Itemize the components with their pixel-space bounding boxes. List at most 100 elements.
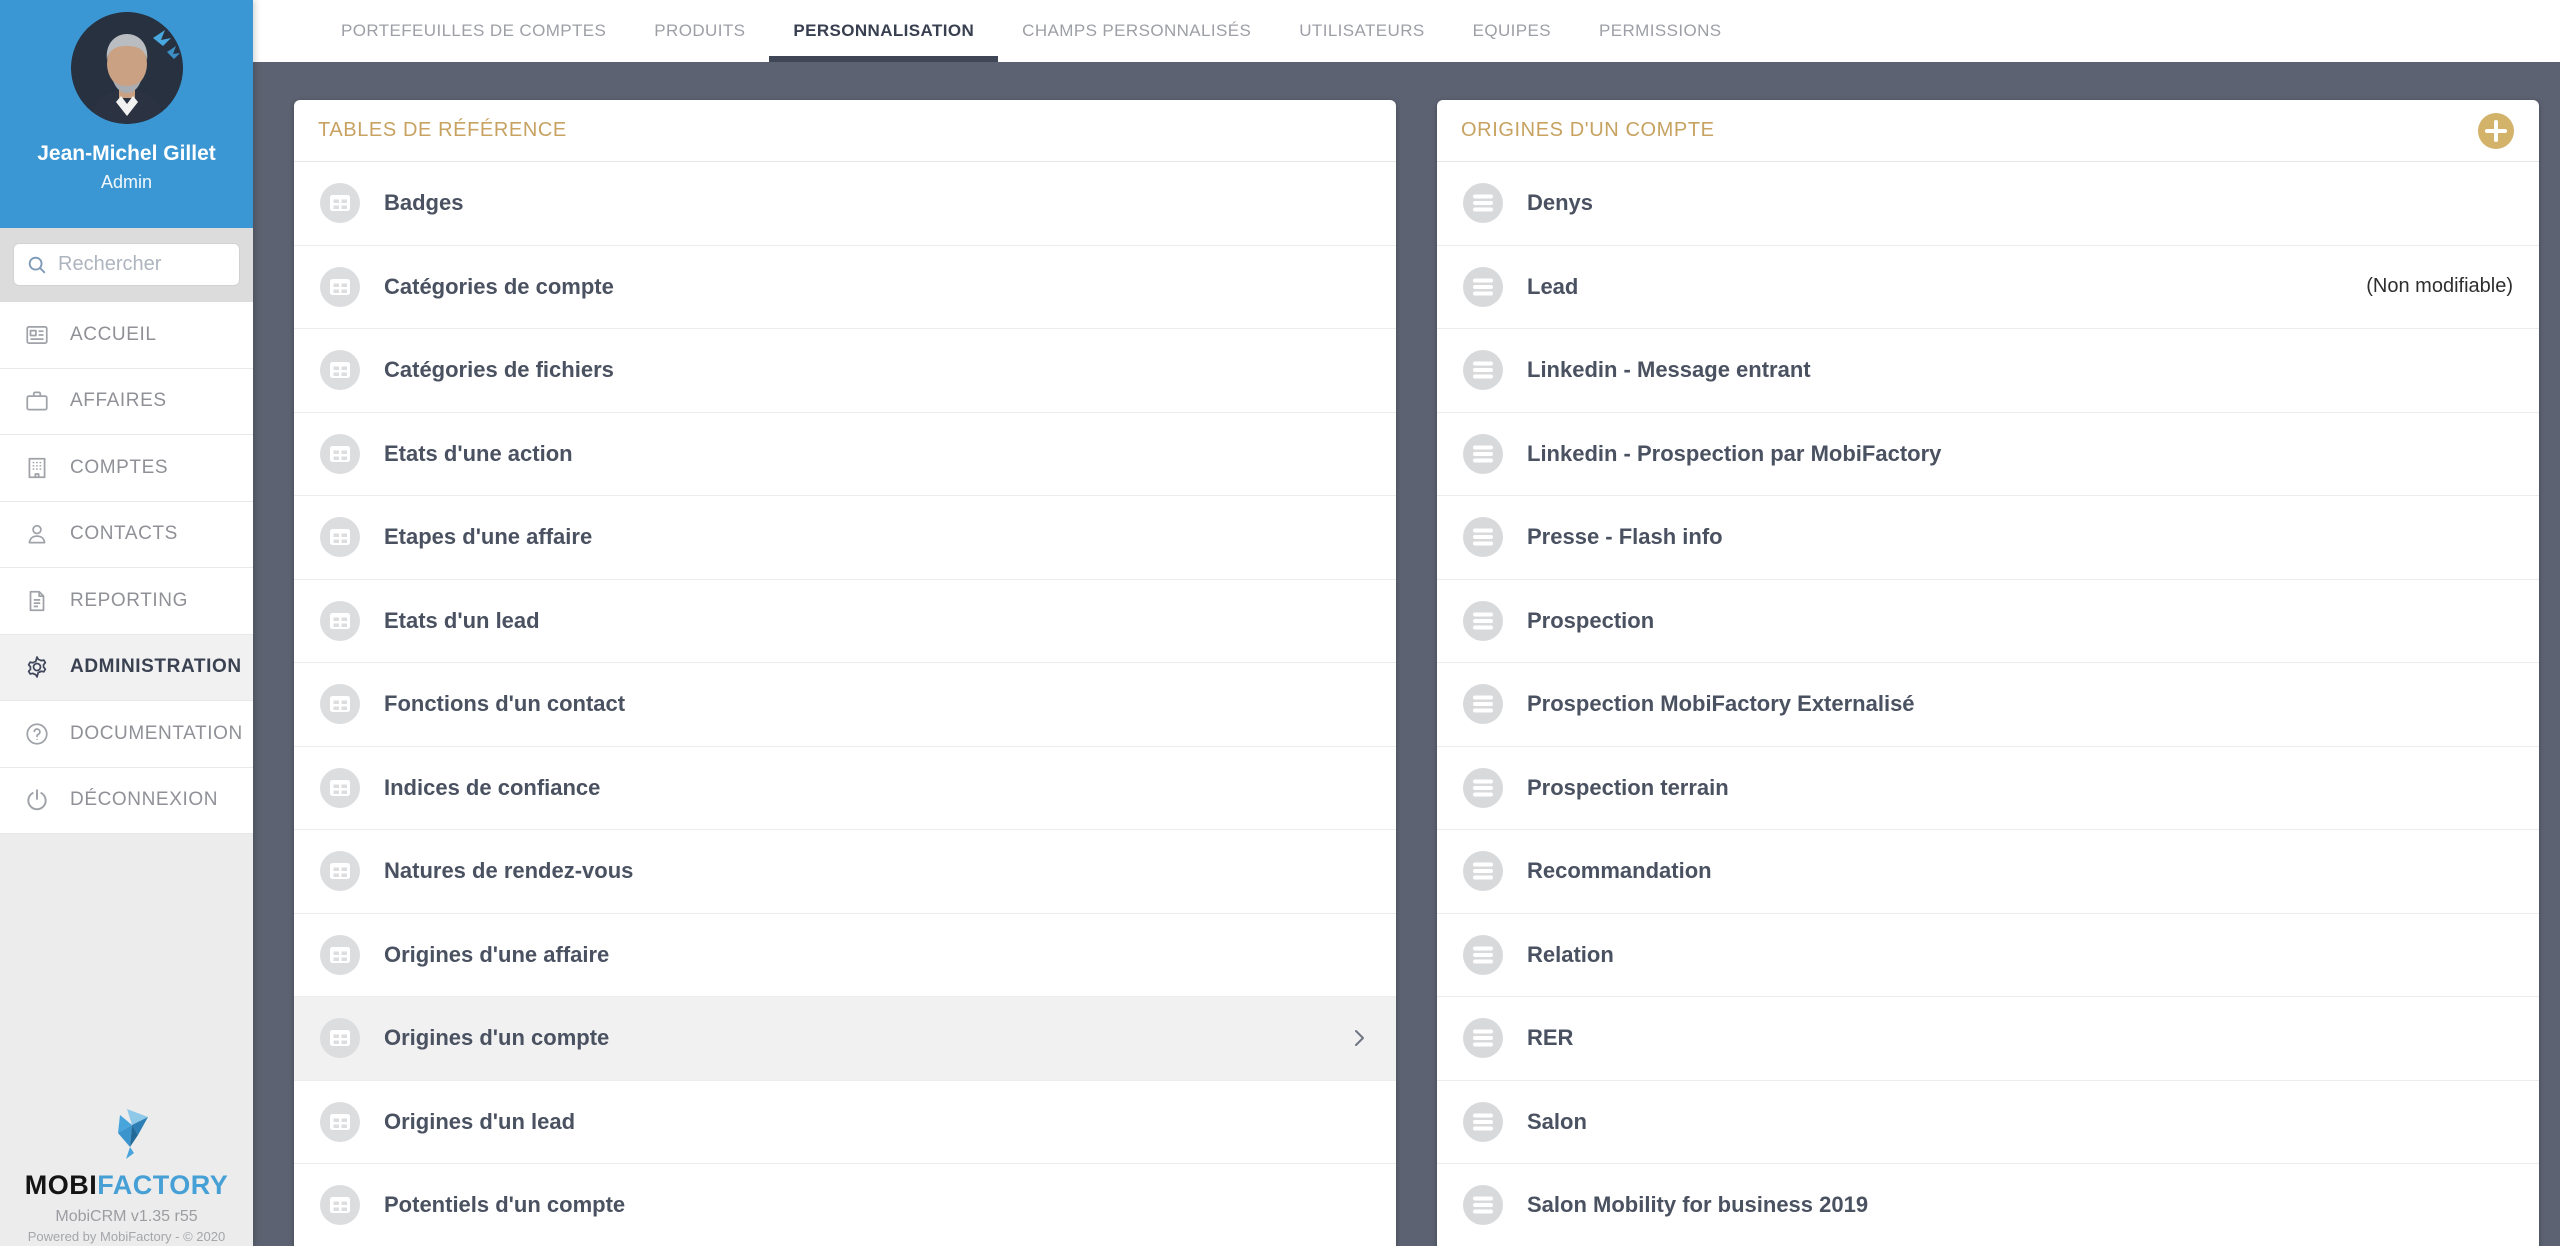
sidebar-item-label: AFFAIRES	[70, 390, 167, 412]
list-item[interactable]: Catégories de compte	[294, 246, 1396, 330]
list-item[interactable]: Presse - Flash info	[1437, 496, 2539, 580]
tab-utilisateurs[interactable]: UTILISATEURS	[1275, 0, 1448, 62]
add-origin-button[interactable]	[2477, 112, 2515, 150]
list-item[interactable]: RER	[1437, 997, 2539, 1081]
list-item-label: Relation	[1527, 942, 1614, 968]
sidebar-item-contacts[interactable]: CONTACTS	[0, 502, 253, 569]
list-item-label: Indices de confiance	[384, 775, 600, 801]
plus-icon	[2477, 112, 2515, 150]
list-item-label: RER	[1527, 1025, 1573, 1051]
sidebar-filler: MOBIFACTORY MobiCRM v1.35 r55 Powered by…	[0, 834, 253, 1246]
tab-portefeuilles-de-comptes[interactable]: PORTEFEUILLES DE COMPTES	[317, 0, 630, 62]
list-item[interactable]: Salon	[1437, 1081, 2539, 1165]
sidebar-item-label: DOCUMENTATION	[70, 723, 243, 745]
list-item[interactable]: Origines d'une affaire	[294, 914, 1396, 998]
sidebar-item-label: REPORTING	[70, 590, 188, 612]
list-item[interactable]: Salon Mobility for business 2019	[1437, 1164, 2539, 1246]
reference-tables-header: TABLES DE RÉFÉRENCE	[294, 100, 1396, 162]
sidebar-item-documentation[interactable]: DOCUMENTATION	[0, 701, 253, 768]
list-item-label: Linkedin - Prospection par MobiFactory	[1527, 441, 1941, 467]
list-item-label: Etats d'une action	[384, 441, 573, 467]
chevron-right-icon	[1348, 1027, 1370, 1049]
table-icon	[320, 183, 360, 223]
list-item[interactable]: Origines d'un lead	[294, 1081, 1396, 1165]
list-item-label: Potentiels d'un compte	[384, 1192, 625, 1218]
list-item[interactable]: Prospection MobiFactory Externalisé	[1437, 663, 2539, 747]
power-icon	[22, 785, 52, 815]
sidebar-item-affaires[interactable]: AFFAIRES	[0, 369, 253, 436]
list-item[interactable]: Relation	[1437, 914, 2539, 998]
menu-list-icon	[1463, 350, 1503, 390]
account-origins-panel: ORIGINES D'UN COMPTE Denys Lead (Non mod…	[1437, 100, 2539, 1246]
menu-list-icon	[1463, 601, 1503, 641]
list-item[interactable]: Potentiels d'un compte	[294, 1164, 1396, 1246]
help-icon	[22, 719, 52, 749]
menu-list-icon	[1463, 684, 1503, 724]
search-box[interactable]	[13, 243, 240, 286]
tab-permissions[interactable]: PERMISSIONS	[1575, 0, 1745, 62]
table-icon	[320, 434, 360, 474]
table-icon	[320, 601, 360, 641]
menu-list-icon	[1463, 851, 1503, 891]
list-item-label: Origines d'une affaire	[384, 942, 609, 968]
sidebar-item-administration[interactable]: ADMINISTRATION	[0, 635, 253, 702]
list-item[interactable]: Catégories de fichiers	[294, 329, 1396, 413]
sidebar-item-label: CONTACTS	[70, 523, 178, 545]
menu-list-icon	[1463, 183, 1503, 223]
table-icon	[320, 1185, 360, 1225]
panel-title: TABLES DE RÉFÉRENCE	[318, 119, 567, 142]
list-item-label: Presse - Flash info	[1527, 524, 1723, 550]
list-item-label: Linkedin - Message entrant	[1527, 357, 1811, 383]
tab-produits[interactable]: PRODUITS	[630, 0, 769, 62]
list-item[interactable]: Fonctions d'un contact	[294, 663, 1396, 747]
tab-champs-personnalises[interactable]: CHAMPS PERSONNALISÉS	[998, 0, 1275, 62]
sidebar-item-deconnexion[interactable]: DÉCONNEXION	[0, 768, 253, 835]
panel-title: ORIGINES D'UN COMPTE	[1461, 119, 1715, 142]
list-item[interactable]: Badges	[294, 162, 1396, 246]
sidebar-item-label: ACCUEIL	[70, 324, 157, 346]
search-input[interactable]	[58, 253, 227, 276]
list-item[interactable]: Prospection	[1437, 580, 2539, 664]
list-item[interactable]: Recommandation	[1437, 830, 2539, 914]
list-item[interactable]: Linkedin - Message entrant	[1437, 329, 2539, 413]
list-item[interactable]: Natures de rendez-vous	[294, 830, 1396, 914]
mobifactory-logo: MOBIFACTORY	[0, 1170, 253, 1201]
list-item-selected[interactable]: Origines d'un compte	[294, 997, 1396, 1081]
list-item-label: Catégories de fichiers	[384, 357, 614, 383]
search-block	[0, 228, 253, 302]
list-item-label: Catégories de compte	[384, 274, 614, 300]
sidebar-item-accueil[interactable]: ACCUEIL	[0, 302, 253, 369]
list-item-label: Denys	[1527, 190, 1593, 216]
menu-list-icon	[1463, 935, 1503, 975]
search-icon	[26, 254, 48, 276]
briefcase-icon	[22, 386, 52, 416]
list-item[interactable]: Lead (Non modifiable)	[1437, 246, 2539, 330]
list-item[interactable]: Prospection terrain	[1437, 747, 2539, 831]
sidebar-footer: MOBIFACTORY MobiCRM v1.35 r55 Powered by…	[0, 1103, 253, 1246]
table-icon	[320, 1018, 360, 1058]
sidebar-item-comptes[interactable]: COMPTES	[0, 435, 253, 502]
content-area: TABLES DE RÉFÉRENCE Badges Catégories de…	[253, 62, 2560, 1246]
list-item-label: Salon	[1527, 1109, 1587, 1135]
non-editable-note: (Non modifiable)	[2366, 275, 2513, 298]
table-icon	[320, 684, 360, 724]
list-item[interactable]: Etats d'un lead	[294, 580, 1396, 664]
sidebar-item-reporting[interactable]: REPORTING	[0, 568, 253, 635]
tab-personnalisation[interactable]: PERSONNALISATION	[769, 0, 998, 62]
top-navigation: PORTEFEUILLES DE COMPTES PRODUITS PERSON…	[253, 0, 2560, 62]
user-block: Jean-Michel Gillet Admin	[0, 0, 253, 228]
building-icon	[22, 453, 52, 483]
tab-equipes[interactable]: EQUIPES	[1449, 0, 1575, 62]
list-item[interactable]: Linkedin - Prospection par MobiFactory	[1437, 413, 2539, 497]
mobifactory-bird-icon	[90, 1103, 164, 1163]
list-item[interactable]: Etapes d'une affaire	[294, 496, 1396, 580]
list-item[interactable]: Indices de confiance	[294, 747, 1396, 831]
powered-by: Powered by MobiFactory - © 2020	[0, 1229, 253, 1244]
list-item-label: Etapes d'une affaire	[384, 524, 592, 550]
sidebar-nav: ACCUEIL AFFAIRES COMP	[0, 302, 253, 834]
list-item-label: Fonctions d'un contact	[384, 691, 625, 717]
list-item[interactable]: Denys	[1437, 162, 2539, 246]
reference-tables-panel: TABLES DE RÉFÉRENCE Badges Catégories de…	[294, 100, 1396, 1246]
gear-icon	[22, 652, 52, 682]
list-item[interactable]: Etats d'une action	[294, 413, 1396, 497]
